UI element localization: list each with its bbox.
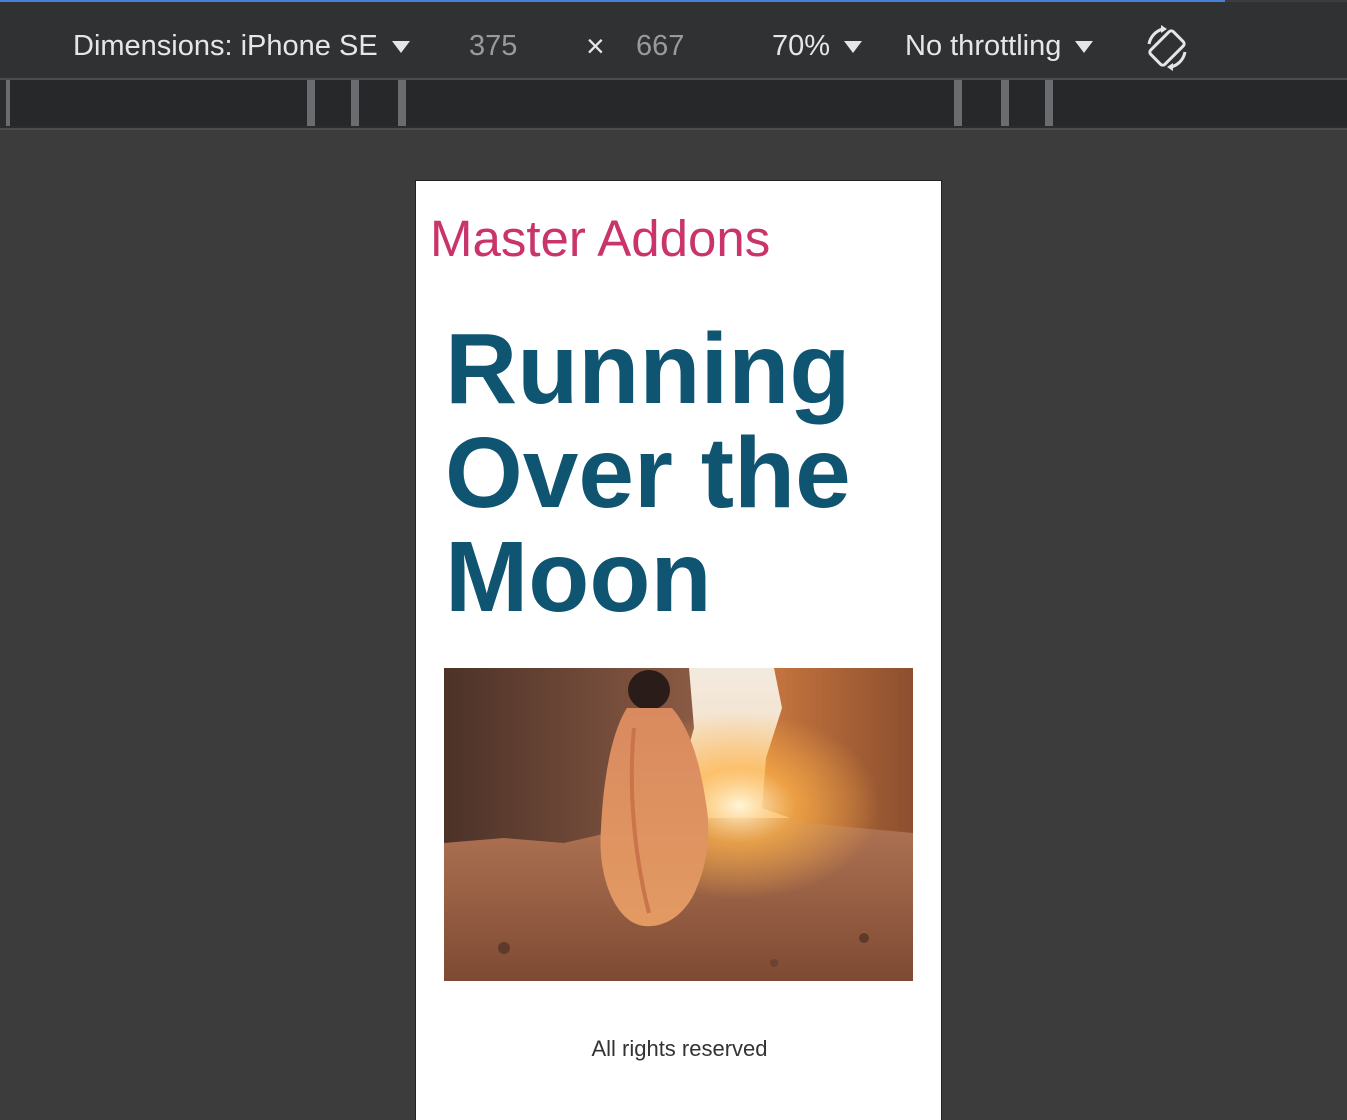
media-query-segment[interactable] xyxy=(402,80,958,126)
media-query-segment[interactable] xyxy=(1049,80,1347,126)
width-input[interactable]: 375 xyxy=(469,28,517,64)
zoom-label: 70% xyxy=(772,30,831,62)
rotate-button[interactable] xyxy=(1143,24,1193,72)
zoom-select[interactable]: 70% xyxy=(772,28,863,64)
site-title[interactable]: Master Addons xyxy=(430,209,770,268)
media-query-bar xyxy=(0,80,1347,130)
rotate-icon xyxy=(1147,25,1187,71)
chevron-down-icon xyxy=(1075,41,1094,54)
device-toolbar: Dimensions: iPhone SE 375 × 667 70% No t… xyxy=(0,2,1347,80)
height-input[interactable]: 667 xyxy=(636,28,684,64)
chevron-down-icon xyxy=(844,41,863,54)
throttling-label: No throttling xyxy=(905,30,1062,62)
hero-image xyxy=(444,668,913,981)
footer-copyright: All rights reserved xyxy=(591,1036,768,1061)
media-query-segment[interactable] xyxy=(6,80,311,126)
dimensions-label: Dimensions: iPhone SE xyxy=(73,30,378,62)
page-headline: Running Over the Moon xyxy=(445,317,925,629)
media-query-segment[interactable] xyxy=(1005,80,1049,126)
headline-line: Running xyxy=(445,313,851,425)
media-query-segment[interactable] xyxy=(355,80,402,126)
device-viewport: Master Addons Running Over the Moon All … xyxy=(415,180,942,1120)
headline-line: Over the xyxy=(445,417,851,529)
headline-line: Moon xyxy=(445,521,712,633)
chevron-down-icon xyxy=(391,41,410,54)
media-query-segment[interactable] xyxy=(311,80,355,126)
media-query-segment[interactable] xyxy=(958,80,1005,126)
throttling-select[interactable]: No throttling xyxy=(905,28,1094,64)
times-icon: × xyxy=(586,28,605,64)
dimensions-select[interactable]: Dimensions: iPhone SE xyxy=(73,28,410,64)
